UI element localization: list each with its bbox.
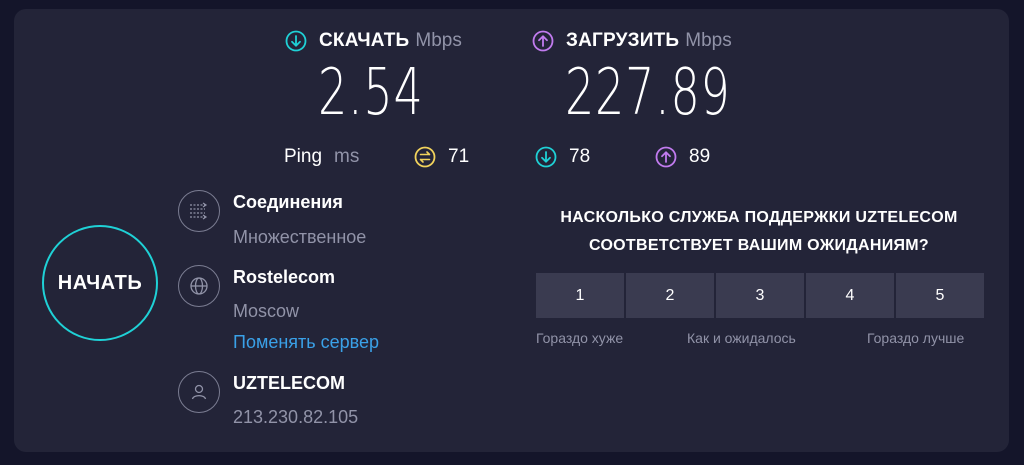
rating-scale: 1 2 3 4 5 <box>536 273 984 318</box>
server-name: Rostelecom <box>233 267 336 287</box>
results-panel: СКАЧАТЬ Mbps 2.54 ЗАГРУЗИТЬ Mbps 227.89 … <box>14 9 1009 452</box>
scale-label-mid: Как и ожидалось <box>687 330 796 346</box>
rating-option-1[interactable]: 1 <box>536 273 624 318</box>
connections-value: Множественное <box>233 227 367 247</box>
ping-idle-value: 71 <box>448 146 470 167</box>
start-button[interactable]: НАЧАТЬ <box>42 225 158 341</box>
ping-upload-icon <box>655 146 677 168</box>
download-label: СКАЧАТЬ <box>319 30 410 51</box>
connections-icon <box>178 190 220 232</box>
ping-unit: ms <box>334 146 360 167</box>
change-server-link[interactable]: Поменять сервер <box>233 332 379 353</box>
download-unit: Mbps <box>415 30 462 51</box>
rating-option-3[interactable]: 3 <box>716 273 804 318</box>
ping-download: 78 <box>535 146 590 168</box>
scale-label-high: Гораздо лучше <box>867 330 965 346</box>
ping-idle-icon <box>414 146 436 168</box>
survey-question: НАСКОЛЬКО СЛУЖБА ПОДДЕРЖКИ UZTELECOM СОО… <box>534 204 984 260</box>
ping-download-value: 78 <box>569 146 591 167</box>
globe-icon <box>178 265 220 307</box>
connections-title: Соединения <box>233 192 343 212</box>
provider-ip: 213.230.82.105 <box>233 407 359 427</box>
ping-label: Ping <box>284 146 323 167</box>
ping-upload-value: 89 <box>689 146 711 167</box>
download-value: 2.54 <box>318 56 424 130</box>
upload-header: ЗАГРУЗИТЬ Mbps <box>532 30 732 52</box>
ping-label-group: Ping ms <box>284 146 359 168</box>
rating-option-4[interactable]: 4 <box>806 273 894 318</box>
upload-value: 227.89 <box>565 56 731 130</box>
survey-question-line2: СООТВЕТСТВУЕТ ВАШИМ ОЖИДАНИЯМ? <box>588 237 929 254</box>
download-arrow-icon <box>285 30 307 52</box>
upload-label: ЗАГРУЗИТЬ <box>566 30 680 51</box>
ping-upload: 89 <box>655 146 710 168</box>
upload-unit: Mbps <box>685 30 732 51</box>
ping-download-icon <box>535 146 557 168</box>
rating-option-2[interactable]: 2 <box>626 273 714 318</box>
survey-question-line1: НАСКОЛЬКО СЛУЖБА ПОДДЕРЖКИ UZTELECOM <box>560 209 958 226</box>
scale-label-low: Гораздо хуже <box>536 330 624 346</box>
provider-name: UZTELECOM <box>233 373 345 393</box>
upload-arrow-icon <box>532 30 554 52</box>
download-header: СКАЧАТЬ Mbps <box>285 30 462 52</box>
rating-option-5[interactable]: 5 <box>896 273 984 318</box>
server-location: Moscow <box>233 301 300 321</box>
user-icon <box>178 371 220 413</box>
ping-idle: 71 <box>414 146 469 168</box>
